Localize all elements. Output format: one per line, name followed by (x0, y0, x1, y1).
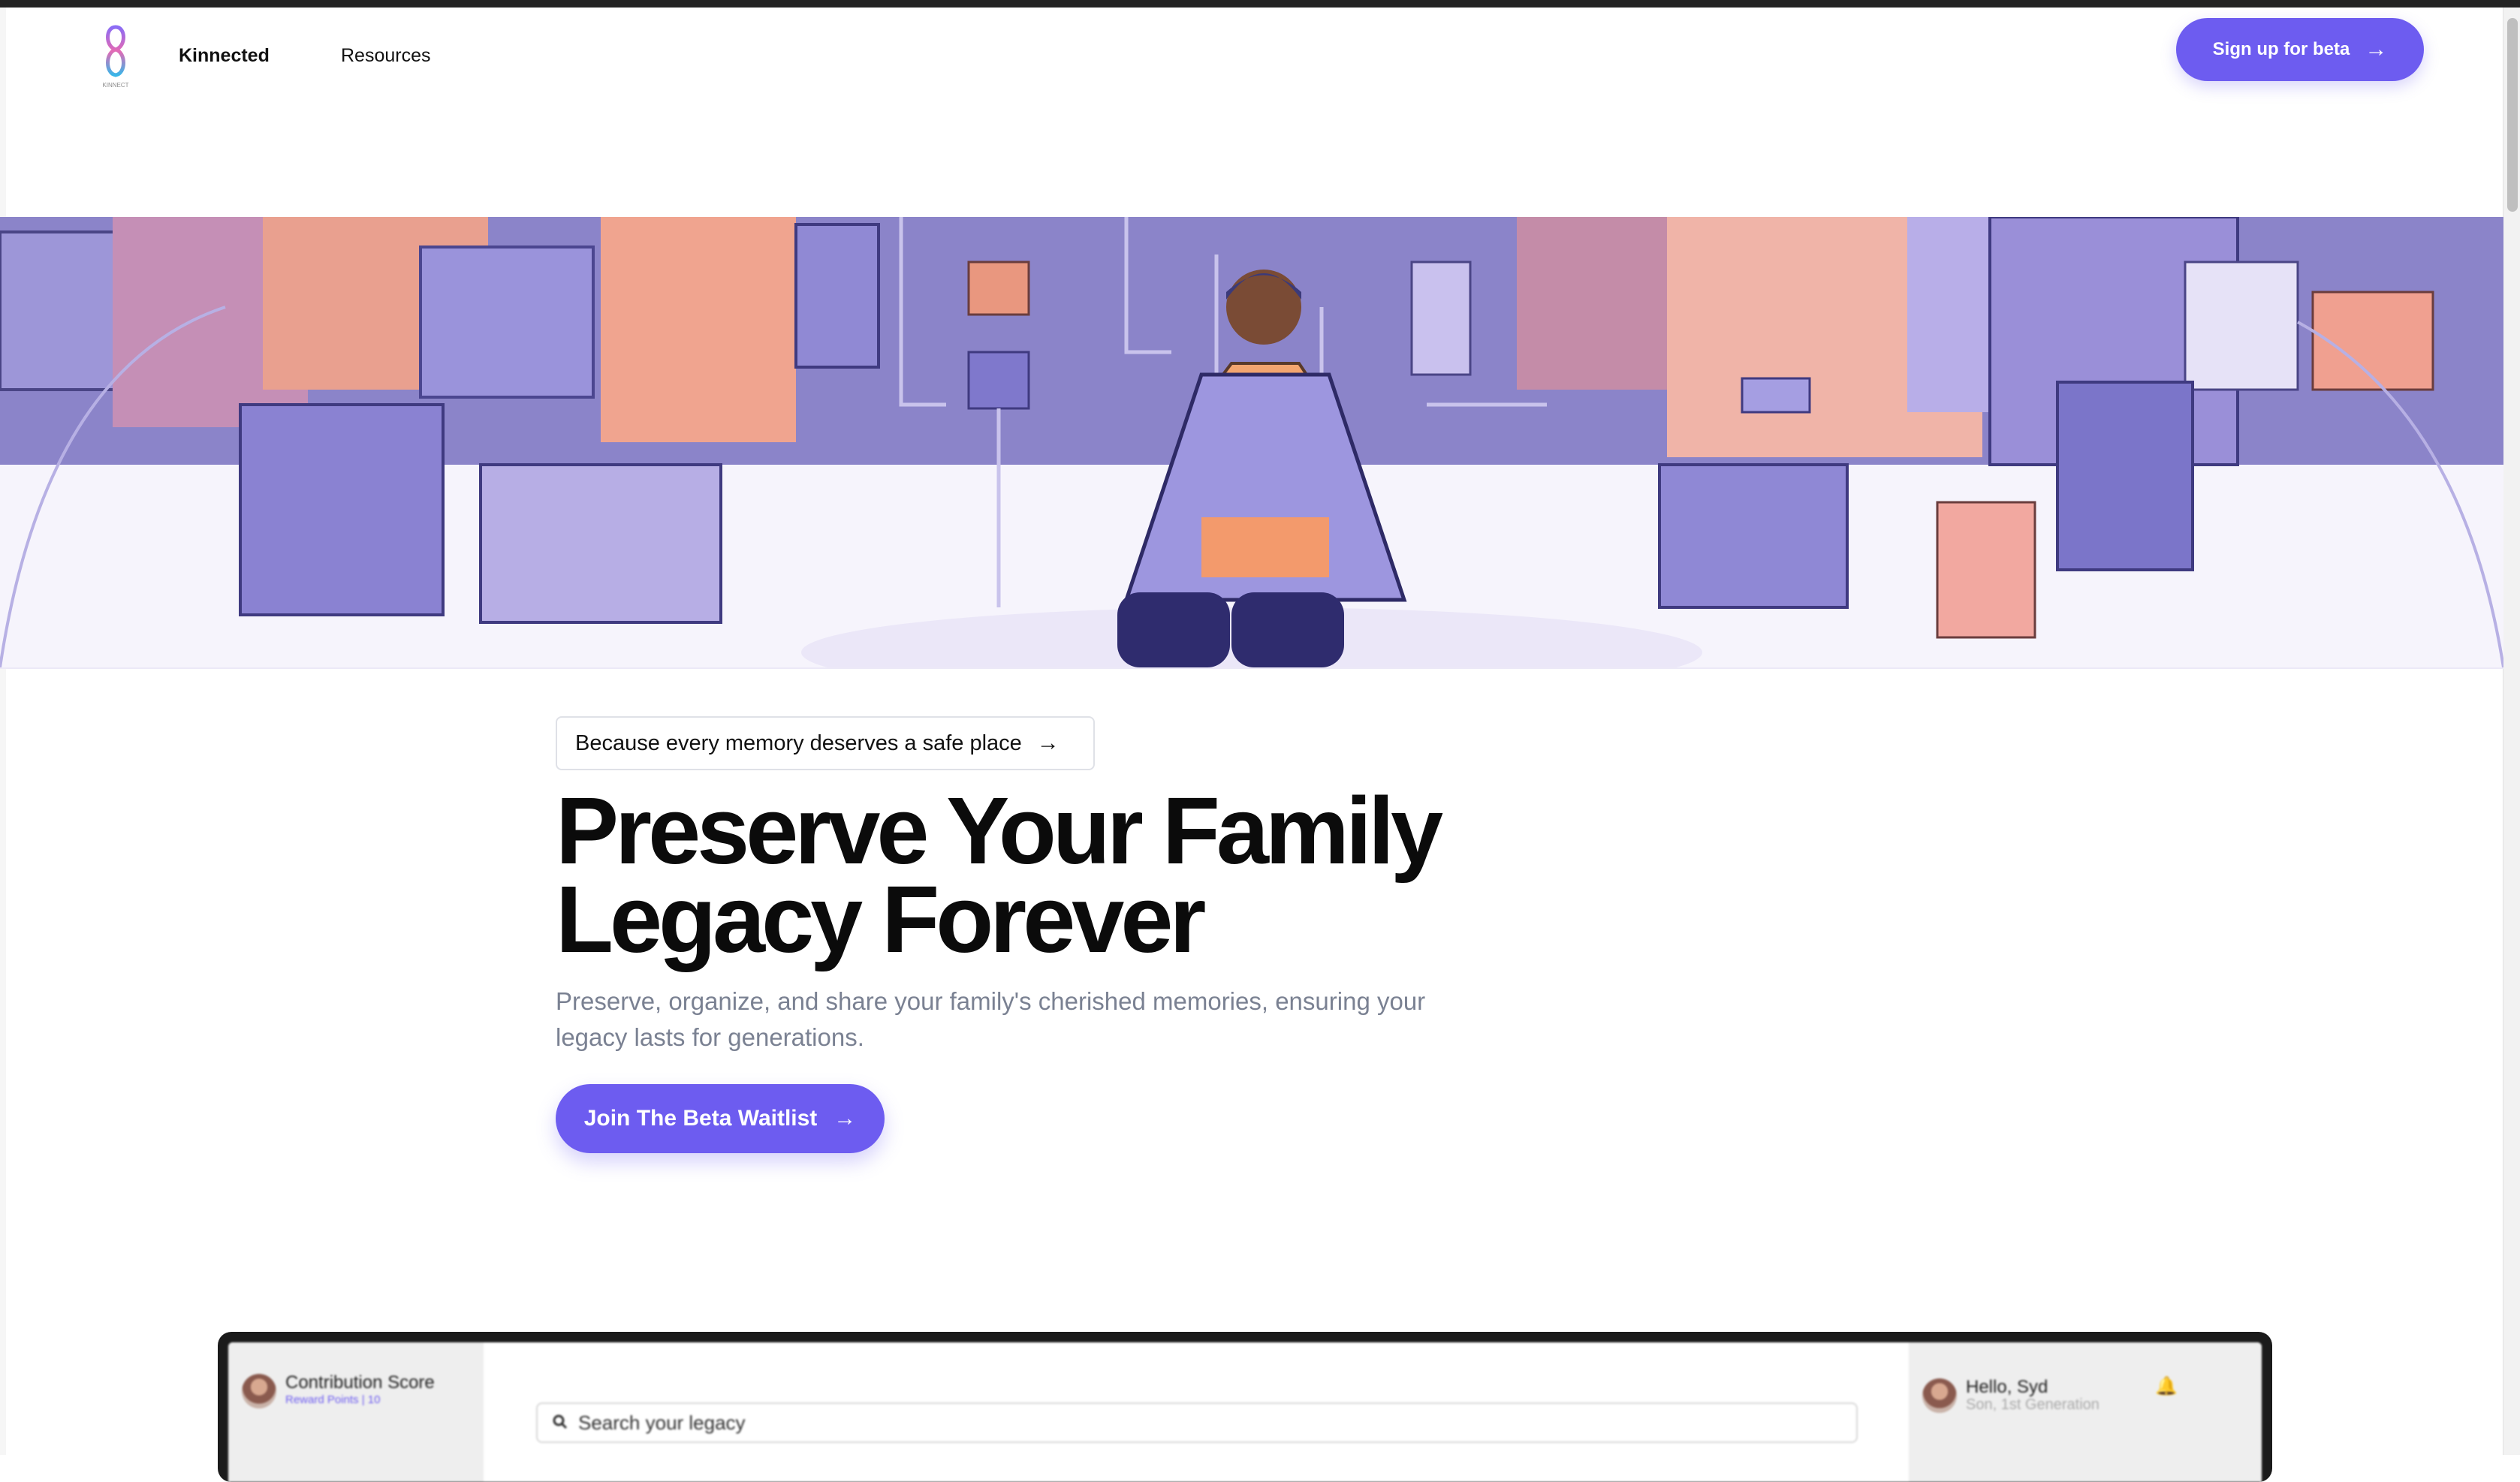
search-icon (553, 1411, 568, 1435)
search-bar[interactable]: Search your legacy (536, 1402, 1858, 1443)
bell-icon[interactable]: 🔔 (2155, 1375, 2178, 1397)
greeting-text: Hello, Syd (1966, 1377, 2048, 1397)
avatar-icon (242, 1374, 276, 1408)
top-navigation: KINNECT Kinnected Resources Sign up for … (0, 8, 2503, 98)
logo-caption: KINNECT (102, 82, 128, 89)
search-placeholder: Search your legacy (578, 1411, 746, 1434)
join-beta-label: Join The Beta Waitlist (583, 1106, 818, 1131)
sign-up-beta-label: Sign up for beta (2212, 39, 2350, 59)
kinnect-logo-icon[interactable]: KINNECT (95, 21, 137, 90)
contribution-score-title: Contribution Score (285, 1372, 435, 1393)
tagline-text: Because every memory deserves a safe pla… (575, 730, 1022, 755)
hero-subtext: Preserve, organize, and share your famil… (556, 987, 1426, 1051)
browser-top-border (0, 0, 2520, 8)
headline-line-2: Legacy Forever (556, 866, 1206, 972)
hero-illustration (0, 217, 2503, 669)
arrow-right-icon: → (2365, 37, 2388, 62)
arrow-right-icon: → (1036, 730, 1060, 755)
app-user-panel: Hello, Syd Son, 1st Generation 🔔 (1909, 1342, 2262, 1482)
join-beta-waitlist-button[interactable]: Join The Beta Waitlist → (556, 1084, 885, 1153)
nav-link-kinnected[interactable]: Kinnected (179, 45, 270, 67)
hero-headline: Preserve Your Family Legacy Forever (556, 784, 1607, 967)
scrollbar-track[interactable] (2503, 8, 2520, 1455)
tagline-pill[interactable]: Because every memory deserves a safe pla… (556, 716, 1095, 770)
app-preview-frame: Contribution Score Reward Points | 10 Se… (218, 1332, 2272, 1482)
avatar-icon (1922, 1378, 1957, 1413)
arrow-right-icon: → (833, 1106, 857, 1131)
greeting-subtext: Son, 1st Generation (1966, 1396, 2099, 1413)
nav-link-resources[interactable]: Resources (341, 45, 431, 67)
app-preview-screen: Contribution Score Reward Points | 10 Se… (228, 1342, 2262, 1482)
reward-points-text: Reward Points | 10 (285, 1393, 381, 1406)
app-sidebar: Contribution Score Reward Points | 10 (228, 1342, 484, 1482)
sign-up-beta-button[interactable]: Sign up for beta → (2176, 18, 2424, 81)
scrollbar-thumb[interactable] (2507, 18, 2518, 212)
